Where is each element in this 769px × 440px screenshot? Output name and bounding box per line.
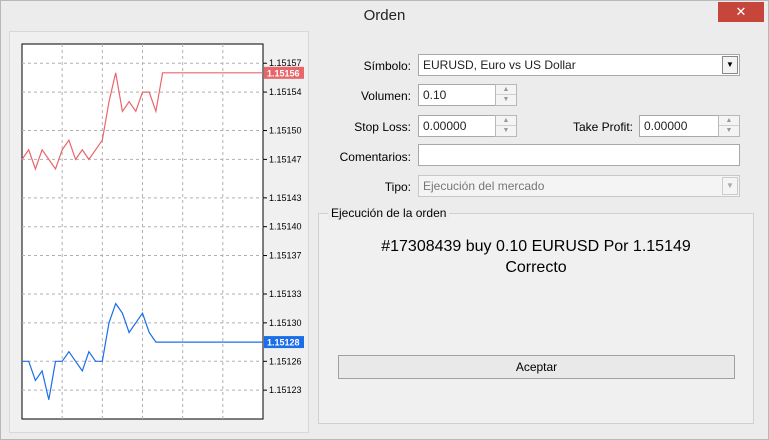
- window-title: Orden: [363, 7, 406, 24]
- y-tick-label: 1.15130: [269, 318, 302, 328]
- stoploss-label: Stop Loss:: [354, 120, 411, 134]
- volume-value: 0.10: [423, 88, 447, 102]
- y-tick-label: 1.15157: [269, 58, 302, 68]
- spin-down-icon[interactable]: ▼: [719, 126, 739, 136]
- comments-field[interactable]: [418, 144, 740, 166]
- spin-up-icon[interactable]: ▲: [496, 116, 516, 126]
- title-bar: Orden ✕: [1, 1, 768, 31]
- type-value: Ejecución del mercado: [423, 179, 545, 193]
- takeprofit-field[interactable]: 0.00000: [639, 115, 719, 137]
- order-result-text: #17308439 buy 0.10 EURUSD Por 1.15149: [381, 238, 691, 255]
- takeprofit-stepper[interactable]: ▲ ▼: [718, 115, 740, 137]
- symbol-value: EURUSD, Euro vs US Dollar: [423, 58, 576, 72]
- type-label: Tipo:: [384, 180, 411, 194]
- y-tick-label: 1.15143: [269, 193, 302, 203]
- close-button[interactable]: ✕: [718, 2, 764, 22]
- y-tick-label: 1.15133: [269, 289, 302, 299]
- ask-price-label: 1.15156: [267, 68, 300, 78]
- volume-stepper[interactable]: ▲ ▼: [495, 84, 517, 106]
- stoploss-stepper[interactable]: ▲ ▼: [495, 115, 517, 137]
- comments-label: Comentarios:: [339, 150, 411, 164]
- spin-up-icon[interactable]: ▲: [719, 116, 739, 126]
- stoploss-value: 0.00000: [423, 119, 467, 133]
- chevron-down-icon[interactable]: ▼: [722, 177, 738, 195]
- takeprofit-label: Take Profit:: [572, 120, 633, 134]
- volume-field[interactable]: 0.10: [418, 84, 496, 106]
- y-tick-label: 1.15137: [269, 251, 302, 261]
- spin-down-icon[interactable]: ▼: [496, 95, 516, 105]
- spin-up-icon[interactable]: ▲: [496, 85, 516, 95]
- y-tick-label: 1.15147: [269, 154, 302, 164]
- accept-button[interactable]: Aceptar: [338, 355, 735, 379]
- order-window: Orden ✕ 1.15157 1.15154 1.15150 1.15147 1.15…: [0, 0, 769, 440]
- y-tick-label: 1.15140: [269, 222, 302, 232]
- order-status-text: Correcto: [505, 259, 567, 276]
- price-chart-panel: 1.15157 1.15154 1.15150 1.15147 1.15143 1.151…: [9, 31, 309, 433]
- y-tick-label: 1.15126: [269, 356, 302, 366]
- bid-price-label: 1.15128: [267, 338, 300, 348]
- spin-down-icon[interactable]: ▼: [496, 126, 516, 136]
- stoploss-field[interactable]: 0.00000: [418, 115, 496, 137]
- symbol-label: Símbolo:: [363, 59, 411, 73]
- price-chart: 1.15157 1.15154 1.15150 1.15147 1.15143 1.151…: [21, 43, 304, 420]
- y-tick-label: 1.15123: [269, 385, 302, 395]
- symbol-select[interactable]: EURUSD, Euro vs US Dollar ▼: [418, 54, 740, 76]
- type-select[interactable]: Ejecución del mercado ▼: [418, 175, 740, 197]
- y-tick-label: 1.15150: [269, 126, 302, 136]
- chevron-down-icon[interactable]: ▼: [722, 56, 738, 74]
- execution-group-title: Ejecución de la orden: [328, 206, 450, 220]
- volume-label: Volumen:: [360, 89, 411, 103]
- takeprofit-value: 0.00000: [644, 119, 688, 133]
- y-tick-label: 1.15154: [269, 87, 302, 97]
